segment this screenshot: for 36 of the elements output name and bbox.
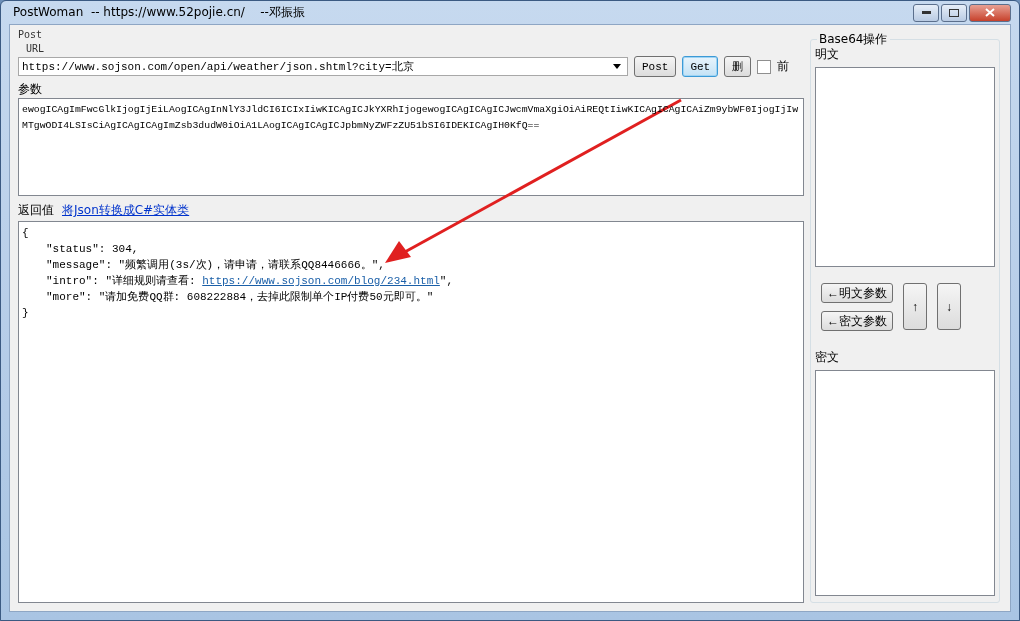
close-button[interactable] (969, 3, 1011, 22)
close-icon (985, 8, 995, 17)
group-label: Post (18, 29, 44, 40)
response-line: "message": "频繁调用(3s/次)，请申请，请联系QQ8446666。", (45, 258, 386, 273)
window-title: PostWoman -- https://www.52pojie.cn/ --邓振振 (13, 4, 306, 21)
response-field[interactable]: { "status": 304, "message": "频繁调用(3s/次)，请申请，请联系QQ8446666。", "intro": "详细规则请查看: https://www.sojson.com/blog/234.html", "more": "请加免费QQ群: 608222884，去掉此限制单个IP付费50元即可。" } (18, 221, 804, 603)
checkbox[interactable] (757, 59, 772, 74)
params-label: 参数 (18, 81, 43, 98)
checkbox-label: 前 (777, 58, 790, 75)
url-label: URL (26, 43, 46, 54)
insert-button[interactable]: ←明文参数 (821, 283, 893, 303)
arrow-button[interactable]: ↓ (937, 283, 961, 330)
request-button[interactable]: Post (634, 56, 677, 77)
minimize-button[interactable] (913, 3, 939, 22)
dropdown-caret-icon (613, 64, 621, 69)
minimize-icon (921, 11, 931, 14)
request-button[interactable]: Get (682, 56, 719, 77)
insert-button[interactable]: ←密文参数 (821, 311, 893, 331)
response-line: "status": 304, (45, 242, 140, 257)
plaintext-field[interactable] (815, 67, 995, 267)
plaintext-label: 明文 (815, 46, 840, 63)
maximize-button[interactable] (941, 3, 967, 22)
ciphertext-label: 密文 (815, 349, 840, 366)
response-text: { (22, 226, 30, 241)
response-label: 返回值 (18, 202, 54, 219)
convert-link[interactable]: 将Json转换成C#实体类 (62, 202, 190, 219)
response-text: } (22, 306, 30, 321)
url-combobox[interactable]: https://www.sojson.com/open/api/weather/json.shtml?city=北京 (18, 57, 628, 76)
request-button[interactable]: 删 (724, 56, 752, 77)
arrow-button[interactable]: ↑ (903, 283, 927, 330)
response-link[interactable]: https://www.sojson.com/blog/234.html (202, 275, 440, 287)
response-line: "more": "请加免费QQ群: 608222884，去掉此限制单个IP付费50元即可。" (45, 290, 435, 305)
ciphertext-field[interactable] (815, 370, 995, 596)
maximize-icon (949, 8, 959, 17)
response-line: "intro": "详细规则请查看: https://www.sojson.com/blog/234.html", (45, 274, 455, 289)
group-label: Base64操作 (817, 31, 890, 48)
